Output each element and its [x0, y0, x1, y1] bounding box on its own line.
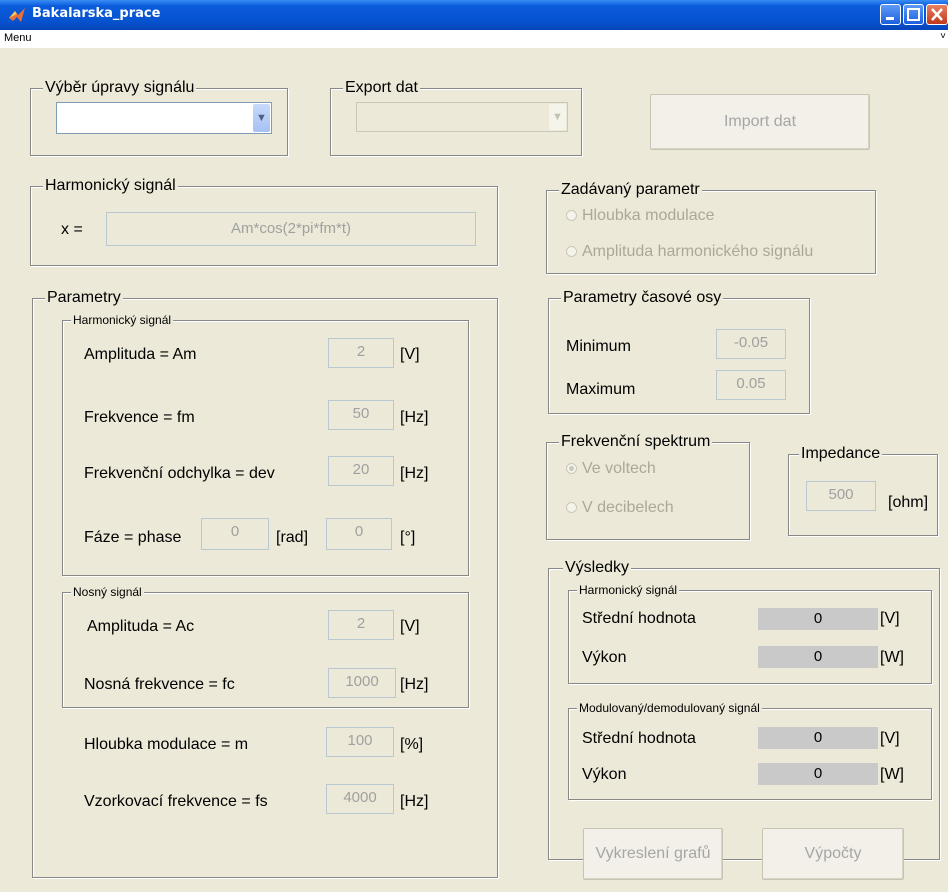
import-button[interactable]: Import dat [650, 94, 870, 150]
maximize-button[interactable] [903, 4, 924, 25]
menu-bar: Menu ˅ [0, 30, 948, 48]
plot-graphs-button[interactable]: Vykreslení grafů [583, 828, 723, 880]
radio-v-decibelech[interactable]: V decibelech [566, 499, 674, 517]
impedance-title: Impedance [799, 445, 883, 463]
menu-item-menu[interactable]: Menu [4, 32, 32, 44]
time-min-input[interactable]: -0.05 [716, 329, 786, 359]
harmonic-mean-value: 0 [758, 608, 878, 630]
figure-client-area: Výběr úpravy signálu ▼ Export dat ▼ Impo… [0, 48, 940, 892]
radio-label: Ve voltech [582, 460, 656, 477]
export-dropdown[interactable]: ▼ [356, 102, 568, 132]
spectrum-panel: Frekvenční spektrum [546, 433, 750, 540]
expression-field[interactable]: Am*cos(2*pi*fm*t) [106, 212, 476, 246]
results-title: Výsledky [563, 559, 632, 577]
radio-button-icon [566, 246, 577, 257]
chevron-down-icon[interactable]: ▼ [253, 104, 270, 132]
signal-select-dropdown[interactable]: ▼ [56, 102, 272, 134]
radio-label: Amplituda harmonického signálu [582, 243, 814, 260]
phase-label: Fáze = phase [84, 529, 182, 546]
radio-button-icon [566, 210, 577, 221]
amplitude-ac-unit: [V] [400, 618, 420, 635]
parametry-harmonic-title: Harmonický signál [71, 313, 174, 327]
impedance-unit: [ohm] [888, 494, 929, 511]
signal-select-title: Výběr úpravy signálu [43, 79, 197, 97]
phase-deg-unit: [°] [400, 529, 416, 546]
export-title: Export dat [343, 79, 420, 97]
modulated-mean-unit: [V] [880, 730, 900, 747]
harmonic-mean-unit: [V] [880, 610, 900, 627]
modulation-depth-unit: [%] [400, 736, 424, 753]
carrier-frequency-input[interactable]: 1000 [328, 668, 396, 698]
radio-button-icon [566, 502, 577, 513]
amplitude-ac-input[interactable]: 2 [328, 610, 394, 640]
amplitude-ac-label: Amplituda = Ac [87, 618, 195, 635]
param-select-panel: Zadávaný parametr [546, 181, 876, 274]
x-label: x = [61, 221, 83, 238]
sampling-unit: [Hz] [400, 793, 429, 810]
time-min-label: Minimum [566, 338, 631, 355]
matlab-icon [9, 8, 25, 22]
harmonic-power-value: 0 [758, 646, 878, 668]
carrier-frequency-unit: [Hz] [400, 676, 429, 693]
modulated-mean-label: Střední hodnota [582, 730, 696, 747]
window-title: Bakalarska_prace [32, 6, 161, 21]
compute-button[interactable]: Výpočty [762, 828, 904, 880]
modulated-power-unit: [W] [880, 766, 904, 783]
harmonic-signal-title: Harmonický signál [43, 177, 178, 195]
results-harmonic-subpanel: Harmonický signál [568, 583, 932, 684]
title-bar: Bakalarska_prace [0, 0, 948, 30]
frequency-fm-unit: [Hz] [400, 409, 429, 426]
phase-deg-input[interactable]: 0 [326, 518, 392, 550]
modulated-power-value: 0 [758, 763, 878, 785]
modulated-mean-value: 0 [758, 727, 878, 749]
modulated-power-label: Výkon [582, 766, 627, 783]
radio-label: Hloubka modulace [582, 207, 715, 224]
harmonic-mean-label: Střední hodnota [582, 610, 696, 627]
minimize-button[interactable] [880, 4, 901, 25]
harmonic-power-label: Výkon [582, 649, 627, 666]
amplitude-am-label: Amplituda = Am [84, 346, 197, 363]
sampling-input[interactable]: 4000 [326, 784, 394, 814]
amplitude-am-input[interactable]: 2 [328, 338, 394, 368]
impedance-input[interactable]: 500 [806, 481, 876, 511]
spectrum-title: Frekvenční spektrum [559, 433, 713, 451]
phase-rad-unit: [rad] [276, 529, 309, 546]
time-axis-title: Parametry časové osy [561, 289, 724, 307]
results-modulated-title: Modulovaný/demodulovaný signál [577, 701, 762, 715]
amplitude-am-unit: [V] [400, 346, 420, 363]
harmonic-power-unit: [W] [880, 649, 904, 666]
parametry-carrier-title: Nosný signál [71, 585, 144, 599]
frequency-fm-label: Frekvence = fm [84, 409, 195, 426]
time-max-label: Maximum [566, 381, 636, 398]
param-select-title: Zadávaný parametr [559, 181, 702, 199]
radio-label: V decibelech [582, 499, 674, 516]
radio-ve-voltech[interactable]: Ve voltech [566, 460, 656, 478]
deviation-input[interactable]: 20 [328, 456, 394, 486]
time-max-input[interactable]: 0.05 [716, 370, 786, 400]
deviation-unit: [Hz] [400, 465, 429, 482]
frequency-fm-input[interactable]: 50 [328, 400, 394, 430]
close-icon [931, 8, 943, 21]
close-button[interactable] [926, 4, 948, 25]
radio-hloubka-modulace[interactable]: Hloubka modulace [566, 207, 715, 225]
minimize-icon [886, 17, 894, 20]
chevron-down-icon[interactable]: ▼ [549, 104, 566, 130]
maximize-icon [907, 8, 920, 21]
modulation-depth-input[interactable]: 100 [326, 727, 394, 757]
radio-button-selected-icon [566, 463, 577, 474]
results-modulated-subpanel: Modulovaný/demodulovaný signál [568, 701, 932, 800]
results-harmonic-title: Harmonický signál [577, 583, 680, 597]
modulation-depth-label: Hloubka modulace = m [84, 736, 249, 753]
menu-overflow-icon[interactable]: ˅ [940, 31, 946, 42]
phase-rad-input[interactable]: 0 [201, 518, 269, 550]
sampling-label: Vzorkovací frekvence = fs [84, 793, 268, 810]
carrier-frequency-label: Nosná frekvence = fc [84, 676, 235, 693]
parametry-title: Parametry [45, 289, 123, 307]
deviation-label: Frekvenční odchylka = dev [84, 465, 275, 482]
radio-amplituda[interactable]: Amplituda harmonického signálu [566, 243, 813, 261]
